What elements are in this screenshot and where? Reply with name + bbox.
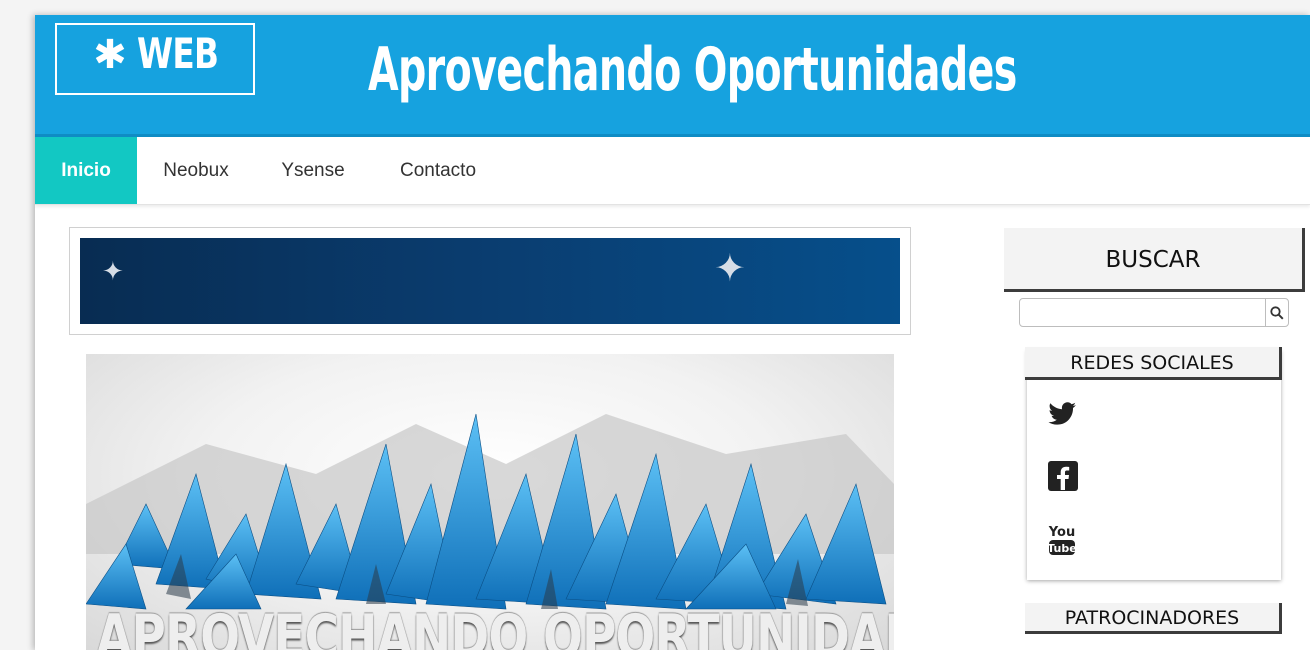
nav-item-contacto[interactable]: Contacto	[383, 137, 493, 204]
banner-frame: ✦ ✦	[69, 227, 911, 335]
site-header: ✱ WEB Aprovechando Oportunidades	[35, 15, 1310, 137]
svg-text:Tube: Tube	[1047, 542, 1076, 555]
site-title[interactable]: Aprovechando Oportunidades	[368, 35, 1017, 105]
twitter-icon	[1048, 402, 1076, 425]
nav-item-neobux[interactable]: Neobux	[148, 137, 244, 204]
facebook-icon	[1048, 461, 1078, 491]
gear-icon: ✱	[93, 33, 127, 77]
nav-item-inicio[interactable]: Inicio	[35, 137, 137, 204]
page: ✱ WEB Aprovechando Oportunidades Inicio …	[35, 15, 1310, 650]
sponsors-widget-title: PATROCINADORES	[1025, 603, 1282, 634]
sparkle-icon: ✦	[714, 248, 746, 290]
logo-text: WEB	[136, 28, 219, 78]
search-icon	[1270, 305, 1284, 320]
banner-ad[interactable]: ✦ ✦	[80, 238, 900, 324]
social-widget: You Tube	[1027, 350, 1281, 580]
search-button[interactable]	[1265, 299, 1288, 326]
main-nav: Inicio Neobux Ysense Contacto	[35, 137, 1310, 205]
search-box	[1019, 298, 1289, 327]
search-widget-title: BUSCAR	[1004, 228, 1305, 292]
svg-text:You: You	[1048, 525, 1075, 540]
facebook-link[interactable]	[1047, 460, 1079, 497]
youtube-link[interactable]: You Tube	[1047, 523, 1077, 562]
site-logo[interactable]: ✱ WEB	[55, 23, 255, 95]
hero-text: APROVECHANDO OPORTUNIDADES	[96, 602, 894, 650]
hero-image: APROVECHANDO OPORTUNIDADES	[86, 354, 894, 650]
twitter-link[interactable]	[1047, 402, 1077, 431]
sparkle-icon: ✦	[102, 256, 124, 286]
nav-item-ysense[interactable]: Ysense	[267, 137, 359, 204]
youtube-icon: You Tube	[1047, 525, 1077, 555]
social-widget-title: REDES SOCIALES	[1025, 347, 1282, 380]
search-input[interactable]	[1020, 299, 1264, 324]
